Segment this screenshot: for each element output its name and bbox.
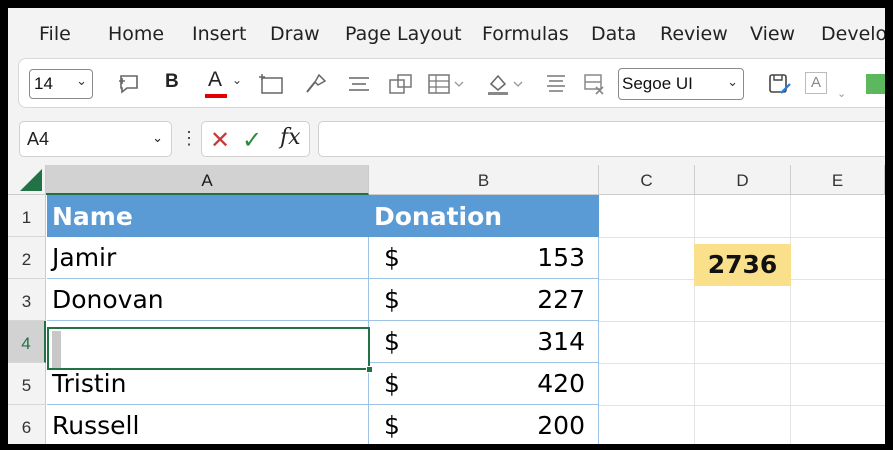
align-lines-icon[interactable] [543, 72, 569, 96]
new-comment-icon[interactable] [117, 72, 143, 96]
cell-b5[interactable]: $ 420 [369, 363, 599, 405]
chevron-down-icon: ⌄ [152, 130, 163, 145]
currency-symbol: $ [384, 243, 400, 272]
save-edit-icon[interactable] [767, 72, 793, 96]
name-box-value: A4 [27, 129, 50, 149]
more-options-icon[interactable]: ⋮ [180, 128, 198, 149]
select-all-button[interactable] [8, 165, 46, 195]
donation-amount: 420 [537, 369, 585, 398]
cell-b1-header[interactable]: Donation [369, 195, 599, 237]
menu-page-layout[interactable]: Page Layout [345, 23, 462, 45]
chevron-down-icon: ⌄ [837, 88, 847, 100]
enter-icon[interactable]: ✓ [242, 126, 262, 155]
formula-buttons: ✕ ✓ fx [201, 121, 310, 157]
format-painter-icon[interactable] [303, 72, 329, 96]
cell-d2-total[interactable]: 2736 [694, 244, 791, 286]
gridline [694, 195, 695, 444]
cancel-icon[interactable]: ✕ [210, 126, 230, 155]
menu-developer[interactable]: Develop [821, 23, 885, 45]
font-color-swatch [205, 94, 227, 98]
cell-b4[interactable]: $ 314 [369, 321, 599, 363]
select-all-triangle-icon [20, 169, 42, 191]
insert-function-icon[interactable]: fx [280, 125, 301, 150]
fill-swatch-icon[interactable] [866, 74, 885, 94]
column-header-b[interactable]: B [369, 165, 599, 195]
name-box[interactable]: A4 ⌄ [19, 121, 172, 157]
font-size-select[interactable]: 14 ⌄ [29, 69, 93, 99]
chevron-down-icon: ⌄ [727, 74, 738, 89]
font-name-value: Segoe UI [622, 74, 693, 93]
cell-b6[interactable]: $ 200 [369, 405, 599, 444]
donation-amount: 200 [537, 411, 585, 440]
insert-cells-icon[interactable] [259, 72, 285, 96]
font-color-button[interactable]: A ⌄ [205, 68, 243, 98]
donation-amount: 314 [537, 327, 585, 356]
row-header-1[interactable]: 1 [8, 195, 46, 237]
delete-cells-icon[interactable] [581, 72, 607, 96]
format-cells-icon[interactable] [387, 72, 415, 96]
gridline [599, 321, 885, 322]
cell-b3[interactable]: $ 227 [369, 279, 599, 321]
gridline [599, 363, 885, 364]
chevron-down-icon: ⌄ [232, 73, 243, 87]
cell-a2[interactable]: Jamir [47, 237, 369, 279]
currency-symbol: $ [384, 327, 400, 356]
fill-handle[interactable] [366, 366, 373, 373]
cell-a3[interactable]: Donovan [47, 279, 369, 321]
menu-insert[interactable]: Insert [192, 23, 247, 45]
currency-symbol: $ [384, 369, 400, 398]
fill-color-icon[interactable] [485, 72, 525, 96]
align-center-icon[interactable] [346, 72, 372, 96]
ribbon-toolbar: 14 ⌄ B A ⌄ Segoe UI ⌄ A ⌄ [18, 58, 885, 108]
menu-review[interactable]: Review [660, 23, 728, 45]
formula-input[interactable] [318, 121, 885, 157]
chevron-down-icon: ⌄ [76, 73, 87, 88]
font-name-select[interactable]: Segoe UI ⌄ [618, 68, 744, 100]
menu-bar: File Home Insert Draw Page Layout Formul… [8, 8, 885, 52]
cell-a1-header[interactable]: Name [47, 195, 369, 237]
cell-style-button[interactable]: A [805, 72, 827, 94]
row-header-4[interactable]: 4 [8, 321, 46, 363]
column-header-a[interactable]: A [46, 165, 369, 195]
column-header-d[interactable]: D [695, 165, 791, 195]
active-cell-a4[interactable] [47, 327, 373, 373]
menu-formulas[interactable]: Formulas [482, 23, 569, 45]
row-header-6[interactable]: 6 [8, 405, 46, 444]
currency-symbol: $ [384, 285, 400, 314]
font-color-letter: A [208, 68, 223, 91]
gridline [599, 237, 885, 238]
cell-a6[interactable]: Russell [47, 405, 369, 444]
cell-b2[interactable]: $ 153 [369, 237, 599, 279]
font-size-value: 14 [34, 74, 53, 93]
currency-symbol: $ [384, 411, 400, 440]
menu-file[interactable]: File [39, 23, 71, 45]
donation-amount: 153 [537, 243, 585, 272]
column-header-c[interactable]: C [599, 165, 695, 195]
excel-window: File Home Insert Draw Page Layout Formul… [8, 8, 885, 444]
table-style-icon[interactable] [427, 72, 465, 96]
column-header-e[interactable]: E [791, 165, 885, 195]
gridline [790, 195, 791, 444]
row-header-2[interactable]: 2 [8, 237, 46, 279]
row-header-5[interactable]: 5 [8, 363, 46, 405]
menu-data[interactable]: Data [591, 23, 636, 45]
donation-amount: 227 [537, 285, 585, 314]
gridline [599, 405, 885, 406]
spreadsheet-grid: A B C D E 1 2 3 4 5 6 Name Donation Jami… [8, 165, 885, 444]
bold-button[interactable]: B [165, 71, 179, 95]
menu-draw[interactable]: Draw [270, 23, 320, 45]
edit-cursor-bar [52, 331, 61, 368]
menu-home[interactable]: Home [108, 23, 164, 45]
menu-view[interactable]: View [750, 23, 795, 45]
row-header-3[interactable]: 3 [8, 279, 46, 321]
